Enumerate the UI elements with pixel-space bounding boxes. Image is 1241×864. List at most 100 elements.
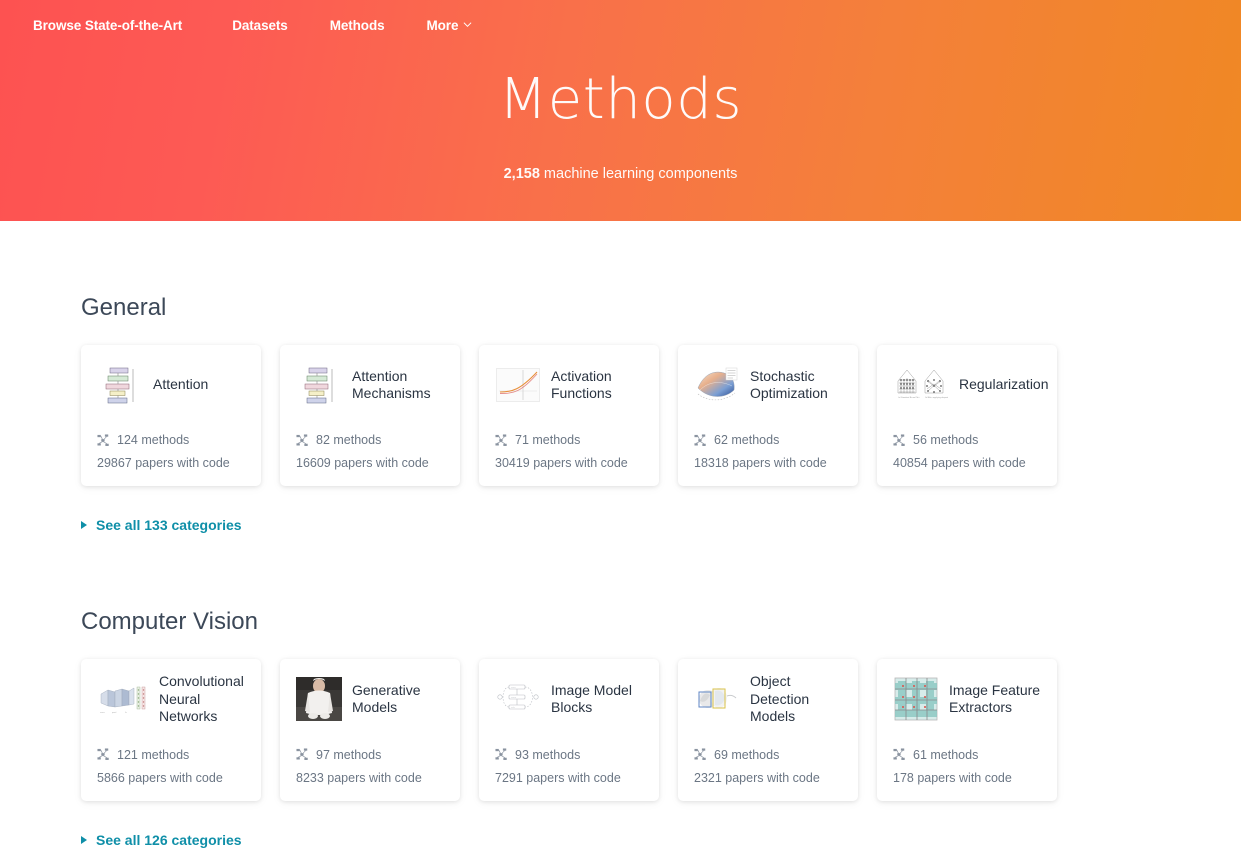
- card-title: Activation Functions: [551, 367, 612, 402]
- card-meta: 82 methods 16609 papers with code: [296, 411, 444, 470]
- methods-count-row: 56 methods: [893, 433, 1041, 447]
- card-header: Object Detection Models: [694, 673, 842, 726]
- page-hero: Browse State-of-the-Art Datasets Methods…: [0, 0, 1241, 221]
- card-title: Generative Models: [352, 681, 421, 716]
- card-title: Attention: [153, 376, 209, 393]
- person-photo-thumb-icon: [296, 677, 342, 721]
- methods-count: 71 methods: [515, 433, 581, 447]
- block-diagram-thumb-icon: conv norm relu: [495, 677, 541, 721]
- activation-curve-thumb-icon: [495, 363, 541, 407]
- papers-count: 8233 papers with code: [296, 770, 422, 785]
- papers-count: 29867 papers with code: [97, 456, 230, 470]
- method-card-attention-mechanisms[interactable]: Attention Mechanisms 82 methods 16609 pa…: [280, 345, 460, 486]
- methods-count-row: 93 methods: [495, 748, 643, 762]
- card-meta: 97 methods 8233 papers with code: [296, 726, 444, 785]
- nav-item-browse-sota[interactable]: Browse State-of-the-Art: [33, 18, 182, 33]
- papers-count: 178 papers with code: [893, 770, 1012, 785]
- papers-count: 2321 papers with code: [694, 770, 820, 785]
- loss-surface-thumb-icon: [694, 363, 740, 407]
- methods-count-row: 69 methods: [694, 748, 842, 762]
- methods-count-row: 97 methods: [296, 748, 444, 762]
- method-card-stochastic-optimization[interactable]: Stochastic Optimization 62 methods 18318…: [678, 345, 858, 486]
- card-header: Stochastic Optimization: [694, 359, 842, 411]
- card-title: Attention Mechanisms: [352, 367, 431, 402]
- card-meta: 121 methods 5866 papers with code: [97, 726, 245, 785]
- methods-count: 93 methods: [515, 747, 581, 762]
- card-header: Attention: [97, 359, 245, 411]
- method-card-activation-functions[interactable]: Activation Functions 71 methods 30419 pa…: [479, 345, 659, 486]
- network-icon: [694, 433, 706, 446]
- method-card-generative-models[interactable]: Generative Models 97 methods 8233 papers…: [280, 659, 460, 801]
- see-all-categories-general[interactable]: See all 133 categories: [81, 517, 242, 533]
- method-card-image-model-blocks[interactable]: conv norm relu Image Model Blocks 93 met…: [479, 659, 659, 801]
- card-row-general: Attention 124 methods 29867 papers with …: [81, 345, 1241, 486]
- card-meta: 62 methods 18318 papers with code: [694, 411, 842, 470]
- dropout-nets-thumb-icon: (a) Standard Neural Net (b) After applyi…: [893, 363, 949, 407]
- network-icon: [296, 433, 308, 446]
- network-icon: [97, 748, 109, 760]
- main-navbar: Browse State-of-the-Art Datasets Methods…: [0, 0, 1241, 51]
- see-all-categories-computer-vision[interactable]: See all 126 categories: [81, 832, 242, 848]
- card-meta: 71 methods 30419 papers with code: [495, 411, 643, 470]
- methods-count-row: 82 methods: [296, 433, 444, 447]
- transformer-blocks-thumb-icon: [296, 363, 342, 407]
- card-title: Image Feature Extractors: [949, 681, 1041, 716]
- nav-label: Methods: [329, 18, 385, 33]
- card-title: Image Model Blocks: [551, 681, 632, 716]
- nav-label: Browse State-of-the-Art: [33, 18, 183, 33]
- nav-item-datasets[interactable]: Datasets: [232, 18, 288, 33]
- card-title: Regularization: [959, 376, 1049, 393]
- method-card-regularization[interactable]: (a) Standard Neural Net (b) After applyi…: [877, 345, 1057, 486]
- network-icon: [296, 748, 308, 760]
- methods-count-row: 71 methods: [495, 433, 643, 447]
- methods-count: 62 methods: [714, 433, 780, 447]
- papers-count: 18318 papers with code: [694, 456, 827, 470]
- methods-count: 82 methods: [316, 433, 382, 447]
- svg-text:fc: fc: [125, 712, 127, 714]
- card-header: conv norm relu Image Model Blocks: [495, 673, 643, 725]
- nav-item-more[interactable]: More: [427, 18, 473, 33]
- svg-text:(a) Standard Neural Net: (a) Standard Neural Net: [898, 396, 920, 399]
- teal-grid-thumb-icon: [893, 677, 939, 721]
- component-count: 2,158: [503, 165, 540, 182]
- triangle-right-icon: [81, 521, 87, 529]
- network-icon: [694, 748, 706, 760]
- section-title: Computer Vision: [81, 608, 258, 635]
- card-header: (a) Standard Neural Net (b) After applyi…: [893, 359, 1049, 411]
- detection-boxes-thumb-icon: [694, 677, 740, 721]
- method-card-convolutional-neural-networks[interactable]: conv pool fc Convolutional Neural Networks: [81, 659, 261, 801]
- component-count-label: machine learning components: [539, 165, 738, 182]
- card-title: Object Detection Models: [750, 673, 810, 724]
- card-header: Activation Functions: [495, 359, 643, 411]
- card-meta: 124 methods 29867 papers with code: [97, 411, 245, 470]
- section-title: General: [81, 294, 167, 321]
- transformer-blocks-thumb-icon: [97, 363, 143, 407]
- network-icon: [495, 748, 507, 760]
- method-card-object-detection-models[interactable]: Object Detection Models 69 methods 2321 …: [678, 659, 858, 801]
- papers-count: 5866 papers with code: [97, 770, 223, 785]
- nav-label: Datasets: [232, 18, 288, 33]
- card-meta: 69 methods 2321 papers with code: [694, 726, 842, 785]
- page-title: Methods: [498, 67, 743, 132]
- methods-count: 61 methods: [913, 747, 979, 762]
- method-card-attention[interactable]: Attention 124 methods 29867 papers with …: [81, 345, 261, 486]
- nav-label: More: [426, 18, 459, 33]
- card-header: conv pool fc Convolutional Neural Networks: [97, 673, 245, 726]
- network-icon: [495, 433, 507, 446]
- card-title: Convolutional Neural Networks: [159, 673, 244, 724]
- card-meta: 56 methods 40854 papers with code: [893, 411, 1041, 470]
- card-header: Attention Mechanisms: [296, 359, 444, 411]
- triangle-right-icon: [81, 835, 87, 844]
- svg-text:(b) After applying dropout: (b) After applying dropout: [925, 396, 948, 399]
- nav-item-methods[interactable]: Methods: [330, 18, 385, 33]
- papers-count: 16609 papers with code: [296, 456, 429, 470]
- methods-count: 56 methods: [913, 433, 979, 447]
- see-all-label: See all 126 categories: [96, 831, 242, 848]
- methods-count-row: 121 methods: [97, 748, 245, 762]
- method-card-image-feature-extractors[interactable]: Image Feature Extractors 61 methods 178 …: [877, 659, 1057, 801]
- svg-text:norm: norm: [511, 696, 516, 699]
- methods-count-row: 124 methods: [97, 433, 245, 447]
- methods-count: 121 methods: [117, 747, 190, 762]
- cnn-layers-thumb-icon: conv pool fc: [97, 677, 149, 721]
- hero-subtitle: 2,158 machine learning components: [0, 166, 1241, 182]
